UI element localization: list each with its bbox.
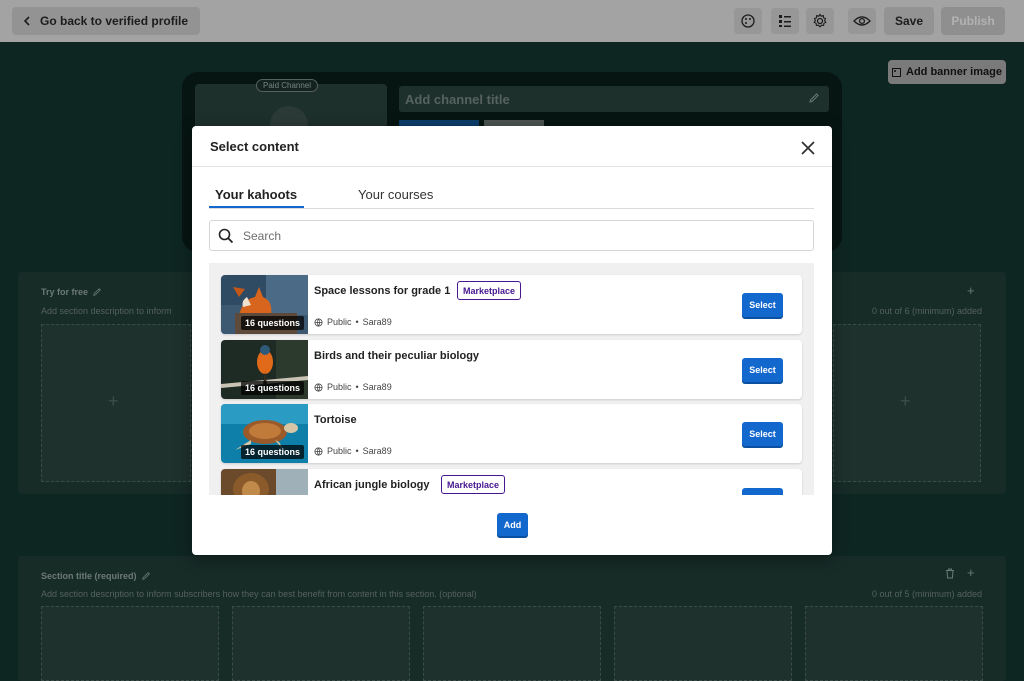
kahoot-title: Space lessons for grade 1 <box>314 285 451 297</box>
paid-channel-badge: Paid Channel <box>256 79 319 92</box>
author-name: Sara89 <box>362 317 392 327</box>
globe-icon <box>314 317 323 327</box>
back-button-label: Go back to verified profile <box>40 14 189 28</box>
content-slot[interactable] <box>232 606 410 681</box>
globe-icon <box>314 446 323 456</box>
section-description[interactable]: Add section description to inform <box>41 306 172 316</box>
content-slot[interactable]: + <box>41 324 191 482</box>
add-button[interactable]: Add <box>497 513 528 536</box>
author-name: Sara89 <box>362 382 392 392</box>
kahoot-meta: Public • Sara89 <box>314 446 392 456</box>
content-slot[interactable] <box>423 606 601 681</box>
content-slot[interactable] <box>41 606 219 681</box>
kahoot-list: 16 questions Space lessons for grade 1 M… <box>209 263 814 495</box>
search-box <box>209 220 814 251</box>
select-content-dialog: Select content Your kahoots Your courses <box>192 126 832 555</box>
image-icon <box>892 67 902 77</box>
content-tabs: Your kahoots Your courses <box>209 180 814 209</box>
section-title-text: Section title (required) <box>41 571 137 581</box>
chevron-left-icon <box>23 16 30 26</box>
list-item[interactable]: 16 questions Birds and their peculiar bi… <box>221 340 802 399</box>
marketplace-badge: Marketplace <box>457 281 522 300</box>
separator-dot: • <box>355 382 359 392</box>
plus-icon[interactable]: + <box>967 283 975 298</box>
pencil-icon[interactable] <box>141 571 151 581</box>
pencil-icon[interactable] <box>92 287 102 297</box>
tab-your-courses[interactable]: Your courses <box>358 187 433 202</box>
author-name: Sara89 <box>362 446 392 456</box>
marketplace-badge: Marketplace <box>441 475 506 494</box>
gear-icon[interactable] <box>806 8 834 34</box>
tab-your-kahoots[interactable]: Your kahoots <box>215 187 297 202</box>
content-slot[interactable] <box>805 606 983 681</box>
visibility-label: Public <box>327 446 352 456</box>
trash-icon[interactable] <box>945 567 955 582</box>
section-description[interactable]: Add section description to inform subscr… <box>41 589 477 599</box>
kahoot-meta: Public • Sara89 <box>314 382 392 392</box>
turtle-thumbnail: 16 questions <box>221 404 308 463</box>
channel-title-field[interactable]: Add channel title <box>399 86 829 112</box>
globe-icon <box>314 382 323 392</box>
select-button[interactable]: Select <box>742 358 783 382</box>
section-title[interactable]: Try for free <box>41 287 102 297</box>
visibility-label: Public <box>327 317 352 327</box>
question-count-badge: 16 questions <box>240 381 304 395</box>
select-button[interactable]: Select <box>742 422 783 446</box>
plus-icon: + <box>900 391 911 411</box>
bird-thumbnail: 16 questions <box>221 340 308 399</box>
content-slot[interactable] <box>614 606 792 681</box>
palette-icon[interactable] <box>734 8 762 34</box>
eye-icon[interactable] <box>848 8 876 34</box>
pencil-icon[interactable] <box>808 92 820 104</box>
section-count: 0 out of 6 (minimum) added <box>871 306 982 316</box>
list-item[interactable]: African jungle biology Marketplace <box>221 469 802 495</box>
separator-dot: • <box>355 446 359 456</box>
section-title-text: Try for free <box>41 287 89 297</box>
save-button[interactable]: Save <box>884 7 934 35</box>
section-title[interactable]: Section title (required) <box>41 571 151 581</box>
visibility-label: Public <box>327 382 352 392</box>
publish-button[interactable]: Publish <box>941 7 1005 35</box>
close-icon[interactable] <box>798 138 818 158</box>
question-count-badge: 16 questions <box>240 316 304 330</box>
question-count-badge: 16 questions <box>240 445 304 459</box>
top-bar: Go back to verified profile Save Publish <box>0 0 1024 42</box>
lion-thumbnail <box>221 469 308 495</box>
search-icon <box>218 228 234 244</box>
add-banner-image-button[interactable]: Add banner image <box>888 60 1006 84</box>
kahoot-title: African jungle biology <box>314 479 430 491</box>
section-count: 0 out of 5 (minimum) added <box>871 589 982 599</box>
content-slot[interactable]: + <box>833 324 981 482</box>
fox-thumbnail: 16 questions <box>221 275 308 334</box>
kahoot-meta: Public • Sara89 <box>314 317 392 327</box>
dialog-header: Select content <box>192 126 832 167</box>
dialog-title: Select content <box>210 139 299 154</box>
kahoot-title: Birds and their peculiar biology <box>314 350 480 362</box>
list-item[interactable]: 16 questions Tortoise Public • Sara89 Se… <box>221 404 802 463</box>
list-icon[interactable] <box>771 8 799 34</box>
add-banner-image-label: Add banner image <box>906 66 1002 78</box>
back-button[interactable]: Go back to verified profile <box>12 7 201 35</box>
plus-icon: + <box>108 391 119 411</box>
list-item[interactable]: 16 questions Space lessons for grade 1 M… <box>221 275 802 334</box>
separator-dot: • <box>355 317 359 327</box>
select-button[interactable] <box>742 488 783 495</box>
search-input[interactable] <box>243 226 803 246</box>
active-tab-indicator <box>209 206 304 208</box>
select-button[interactable]: Select <box>742 293 783 317</box>
section-untitled: Section title (required) Add section des… <box>18 556 1006 681</box>
kahoot-title: Tortoise <box>314 414 357 426</box>
plus-icon[interactable]: + <box>967 565 975 580</box>
